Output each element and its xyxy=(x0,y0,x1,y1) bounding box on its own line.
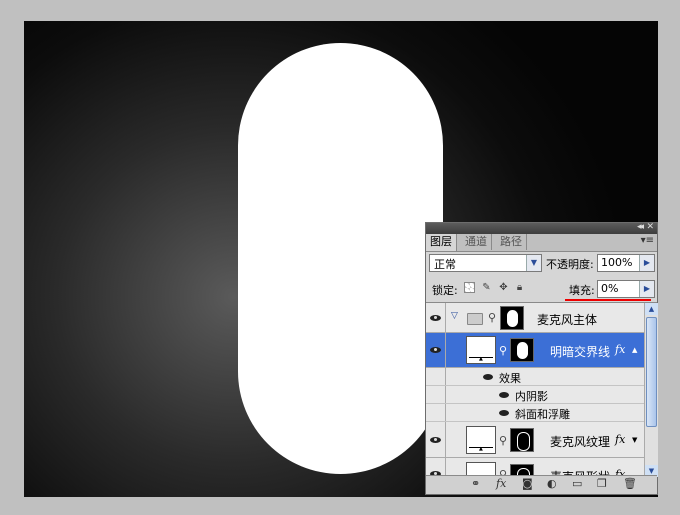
effect-row-bevel-emboss[interactable]: 斜面和浮雕 xyxy=(426,404,644,422)
mask-thumbnail[interactable] xyxy=(500,306,524,330)
fill-field[interactable]: 0% ▶ xyxy=(597,280,655,298)
fill-value: 0% xyxy=(601,282,619,295)
link-icon[interactable]: ⚭ xyxy=(471,477,480,490)
layers-panel: ◂◂ ✕ 图层 通道 路径 ▾≡ 正常 ▼ 不透明度: 100% ▶ 锁定: ✎… xyxy=(425,222,658,495)
mask-icon[interactable]: ◙ xyxy=(522,477,533,490)
lock-label: 锁定: xyxy=(432,284,458,297)
blend-mode-value: 正常 xyxy=(434,258,456,271)
eye-icon[interactable] xyxy=(430,437,441,443)
fill-highlight-underline xyxy=(565,299,651,301)
lock-transparency-icon[interactable] xyxy=(464,282,475,293)
lock-pixels-brush-icon[interactable]: ✎ xyxy=(481,282,492,293)
layers-scrollbar[interactable]: ▲ ▼ xyxy=(644,303,658,477)
fill-slider-arrow-icon[interactable]: ▶ xyxy=(639,281,654,297)
eye-icon[interactable] xyxy=(499,410,509,416)
microphone-capsule-shape xyxy=(238,43,443,474)
tab-channels[interactable]: 通道 xyxy=(461,234,492,250)
opacity-field[interactable]: 100% ▶ xyxy=(597,254,655,272)
layer-row[interactable]: ▲ ⚲ 麦克风纹理 fx ▼ xyxy=(426,422,644,458)
link-chain-icon[interactable]: ⚲ xyxy=(499,344,507,357)
panel-menu-icon[interactable]: ▾≡ xyxy=(641,235,654,246)
scroll-thumb[interactable] xyxy=(646,317,657,427)
adjustment-icon[interactable]: ◐ xyxy=(547,477,557,490)
blend-mode-select[interactable]: 正常 ▼ xyxy=(429,254,542,272)
layer-name: 明暗交界线 xyxy=(550,345,611,359)
close-icon[interactable]: ✕ xyxy=(646,222,654,232)
panel-bottom-toolbar: ⚭ fx ◙ ◐ ▭ ❐ 🗑︎ xyxy=(426,475,657,494)
panel-title-bar[interactable]: ◂◂ ✕ xyxy=(426,222,657,234)
eye-icon[interactable] xyxy=(430,347,441,353)
expand-triangle-icon[interactable]: ▽ xyxy=(451,311,458,321)
link-chain-icon[interactable]: ⚲ xyxy=(499,434,507,447)
panel-tabs: 图层 通道 路径 ▾≡ xyxy=(426,234,657,252)
expand-effects-icon[interactable]: ▼ xyxy=(632,436,637,444)
collapse-effects-icon[interactable]: ▲ xyxy=(632,346,637,354)
layer-row-group[interactable]: ▽ ⚲ 麦克风主体 xyxy=(426,303,644,333)
lock-all-icon[interactable]: 🔒︎ xyxy=(514,282,525,293)
eye-icon[interactable] xyxy=(499,392,509,398)
layers-list: ▽ ⚲ 麦克风主体 ▲ ⚲ 明暗交界线 fx ▲ 效果 内阴影 斜面和浮雕 ▲ … xyxy=(426,303,644,477)
folder-icon xyxy=(467,313,483,325)
effects-label: 效果 xyxy=(499,372,521,385)
effect-row-inner-shadow[interactable]: 内阴影 xyxy=(426,386,644,404)
effect-label: 斜面和浮雕 xyxy=(515,408,570,421)
layer-name: 麦克风纹理 xyxy=(550,435,611,449)
eye-icon[interactable] xyxy=(483,374,493,380)
fill-label: 填充: xyxy=(569,284,595,297)
fx-badge[interactable]: fx xyxy=(615,433,625,446)
fx-icon[interactable]: fx xyxy=(496,477,506,490)
group-icon[interactable]: ▭ xyxy=(572,477,582,490)
opacity-label: 不透明度: xyxy=(546,258,594,271)
new-layer-icon[interactable]: ❐ xyxy=(597,477,607,490)
layer-name: 麦克风主体 xyxy=(537,313,598,327)
link-chain-icon[interactable]: ⚲ xyxy=(488,311,496,324)
scroll-up-icon[interactable]: ▲ xyxy=(645,303,658,315)
fx-badge[interactable]: fx xyxy=(615,343,625,356)
mask-thumbnail[interactable] xyxy=(510,428,534,452)
layer-thumbnail[interactable]: ▲ xyxy=(466,336,496,364)
effects-header-row[interactable]: 效果 xyxy=(426,368,644,386)
tab-layers[interactable]: 图层 xyxy=(426,234,457,251)
mask-thumbnail[interactable] xyxy=(510,338,534,362)
eye-icon[interactable] xyxy=(430,315,441,321)
opacity-slider-arrow-icon[interactable]: ▶ xyxy=(639,255,654,271)
lock-position-move-icon[interactable]: ✥ xyxy=(498,282,509,293)
layer-thumbnail[interactable]: ▲ xyxy=(466,426,496,454)
chevron-down-icon[interactable]: ▼ xyxy=(526,255,541,271)
opacity-value: 100% xyxy=(601,256,633,269)
collapse-icon[interactable]: ◂◂ xyxy=(637,222,644,232)
tab-paths[interactable]: 路径 xyxy=(496,234,527,250)
trash-icon[interactable]: 🗑︎ xyxy=(623,477,637,490)
effect-label: 内阴影 xyxy=(515,390,548,403)
layer-row-selected[interactable]: ▲ ⚲ 明暗交界线 fx ▲ xyxy=(426,333,644,368)
